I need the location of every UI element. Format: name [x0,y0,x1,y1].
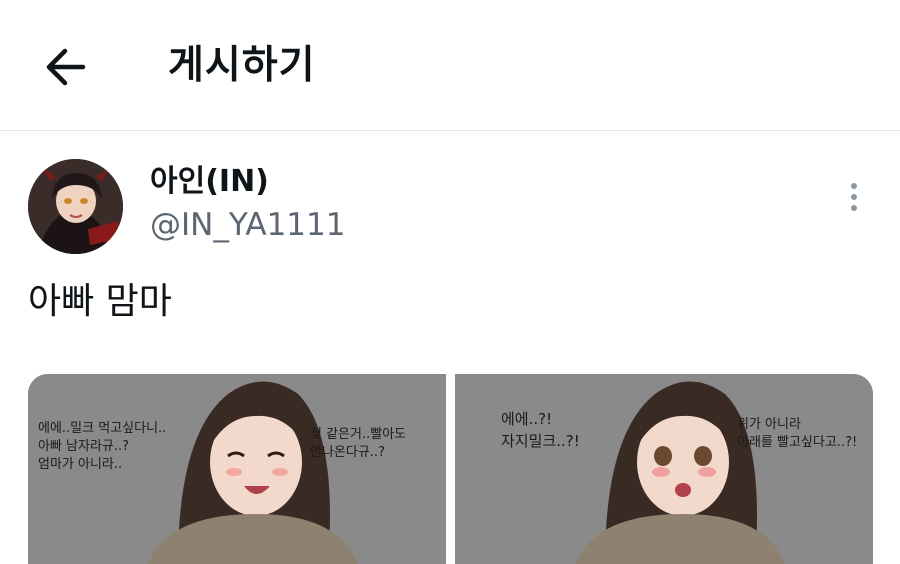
illustration-image [455,374,873,564]
post-image-2[interactable]: 에에..?! 자지밀크..?! 위가 아니라 아래를 빨고싶다고..?! [455,374,873,564]
speech-bubble: 에에..?! 자지밀크..?! [501,410,580,450]
more-vertical-icon [851,183,857,189]
author-display-name[interactable]: 아인(IN) [150,162,269,202]
more-options-button[interactable] [836,178,872,216]
speech-bubble: 위가 아니라 아래를 빨고싶다고..?! [737,417,858,450]
author-handle[interactable]: @IN_YA1111 [150,204,345,246]
arrow-left-icon [46,48,86,86]
top-app-bar: 게시하기 [0,0,900,131]
avatar[interactable] [28,159,123,254]
page-title: 게시하기 [168,43,316,88]
back-button[interactable] [38,42,92,92]
speech-bubble: 젖 같은거..빨아도 안나온다규..? [310,427,407,460]
speech-bubble: 에에..밀크 먹고싶다니.. 아빠 남자라규..? 엄마가 아니라.. [38,421,167,472]
post-image-1[interactable]: 에에..밀크 먹고싶다니.. 아빠 남자라규..? 엄마가 아니라.. 젖 같은… [28,374,446,564]
post-text: 아빠 맘마 [28,281,172,322]
